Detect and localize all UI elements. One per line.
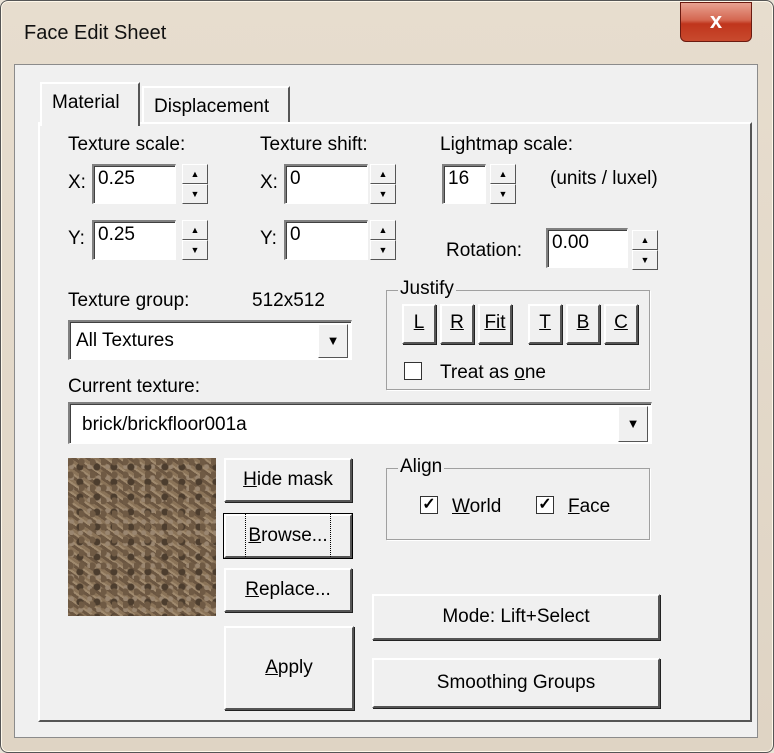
browse-button[interactable]: Browse... bbox=[223, 513, 353, 559]
tab-material[interactable]: Material bbox=[40, 82, 140, 126]
rotation-spinner[interactable]: ▲ ▼ bbox=[632, 230, 658, 270]
lightmap-scale-spinner[interactable]: ▲ ▼ bbox=[490, 164, 516, 204]
spin-down-icon[interactable]: ▼ bbox=[370, 184, 396, 204]
justify-bottom-label: B bbox=[576, 312, 590, 333]
justify-fit-label: Fit bbox=[484, 312, 506, 333]
texture-scale-y-input[interactable]: 0.25 bbox=[92, 220, 176, 260]
button-label: ide mask bbox=[256, 469, 333, 490]
texture-shift-x-label: X: bbox=[260, 172, 278, 193]
texture-group-value: All Textures bbox=[76, 330, 174, 351]
justify-fit-button[interactable]: Fit bbox=[478, 304, 512, 344]
texture-shift-x-input[interactable]: 0 bbox=[284, 164, 368, 204]
rotation-input[interactable]: 0.00 bbox=[546, 228, 628, 268]
title-bar[interactable]: Face Edit Sheet x bbox=[0, 0, 774, 64]
lightmap-units-label: (units / luxel) bbox=[550, 168, 658, 189]
button-accel: R bbox=[245, 579, 259, 600]
chevron-down-icon[interactable]: ▼ bbox=[318, 324, 348, 358]
label-accel: o bbox=[514, 362, 525, 383]
justify-group-title: Justify bbox=[398, 278, 456, 300]
align-face-checkbox[interactable]: ✓ bbox=[536, 496, 554, 514]
justify-right-label: R bbox=[450, 312, 464, 333]
align-world-label: World bbox=[452, 496, 501, 518]
hide-mask-button[interactable]: Hide mask bbox=[224, 458, 352, 502]
window-title: Face Edit Sheet bbox=[24, 22, 167, 44]
spin-down-icon[interactable]: ▼ bbox=[182, 240, 208, 260]
justify-center-label: C bbox=[614, 312, 628, 333]
align-world-checkbox[interactable]: ✓ bbox=[420, 496, 438, 514]
label-accel: W bbox=[452, 496, 470, 517]
texture-scale-x-spinner[interactable]: ▲ ▼ bbox=[182, 164, 208, 204]
mode-button[interactable]: Mode: Lift+Select bbox=[372, 594, 660, 640]
button-accel: B bbox=[248, 525, 262, 546]
spin-up-icon[interactable]: ▲ bbox=[490, 164, 516, 184]
button-label: rowse... bbox=[261, 525, 328, 546]
lightmap-scale-label: Lightmap scale: bbox=[440, 134, 574, 155]
texture-shift-y-input[interactable]: 0 bbox=[284, 220, 368, 260]
smoothing-groups-button[interactable]: Smoothing Groups bbox=[372, 658, 660, 708]
texture-shift-y-spinner[interactable]: ▲ ▼ bbox=[370, 220, 396, 260]
lightmap-scale-input[interactable]: 16 bbox=[442, 164, 486, 204]
label-text: ace bbox=[579, 496, 611, 517]
label-text: orld bbox=[469, 496, 502, 517]
justify-left-button[interactable]: L bbox=[402, 304, 436, 344]
texture-scale-y-label: Y: bbox=[68, 228, 85, 249]
spin-down-icon[interactable]: ▼ bbox=[632, 250, 658, 270]
align-face-label: Face bbox=[568, 496, 610, 518]
tab-label: Material bbox=[52, 92, 120, 113]
justify-right-button[interactable]: R bbox=[440, 304, 474, 344]
texture-scale-x-input[interactable]: 0.25 bbox=[92, 164, 176, 204]
justify-center-button[interactable]: C bbox=[604, 304, 638, 344]
spin-down-icon[interactable]: ▼ bbox=[490, 184, 516, 204]
texture-shift-x-spinner[interactable]: ▲ ▼ bbox=[370, 164, 396, 204]
treat-as-one-checkbox[interactable] bbox=[404, 362, 422, 380]
spin-up-icon[interactable]: ▲ bbox=[182, 220, 208, 240]
label-accel: F bbox=[568, 496, 580, 517]
align-group-title: Align bbox=[398, 456, 445, 478]
texture-scale-y-spinner[interactable]: ▲ ▼ bbox=[182, 220, 208, 260]
treat-as-one-label: Treat as one bbox=[440, 362, 546, 384]
justify-bottom-button[interactable]: B bbox=[566, 304, 600, 344]
spin-up-icon[interactable]: ▲ bbox=[370, 164, 396, 184]
label-text: Treat as bbox=[440, 362, 515, 383]
spin-down-icon[interactable]: ▼ bbox=[182, 184, 208, 204]
spin-up-icon[interactable]: ▲ bbox=[632, 230, 658, 250]
justify-top-label: T bbox=[539, 312, 551, 333]
button-accel: A bbox=[265, 657, 278, 678]
texture-group-select[interactable]: All Textures ▼ bbox=[68, 320, 352, 360]
apply-button[interactable]: Apply bbox=[224, 626, 354, 710]
tab-displacement[interactable]: Displacement bbox=[142, 86, 290, 126]
button-label: pply bbox=[277, 657, 313, 678]
justify-left-label: L bbox=[413, 312, 425, 333]
current-texture-value: brick/brickfloor001a bbox=[82, 414, 247, 435]
texture-group-label: Texture group: bbox=[68, 290, 190, 311]
spin-up-icon[interactable]: ▲ bbox=[182, 164, 208, 184]
button-label: eplace... bbox=[258, 579, 331, 600]
current-texture-select[interactable]: brick/brickfloor001a ▼ bbox=[68, 402, 652, 444]
spin-up-icon[interactable]: ▲ bbox=[370, 220, 396, 240]
tab-label: Displacement bbox=[154, 96, 270, 117]
texture-scale-x-label: X: bbox=[68, 172, 86, 193]
texture-shift-label: Texture shift: bbox=[260, 134, 368, 155]
spin-down-icon[interactable]: ▼ bbox=[370, 240, 396, 260]
chevron-down-icon[interactable]: ▼ bbox=[618, 406, 648, 442]
texture-shift-y-label: Y: bbox=[260, 228, 277, 249]
button-accel: H bbox=[243, 469, 257, 490]
texture-scale-label: Texture scale: bbox=[68, 134, 186, 155]
label-text: ne bbox=[524, 362, 546, 383]
texture-preview-image bbox=[68, 458, 216, 616]
current-texture-label: Current texture: bbox=[68, 376, 200, 397]
justify-top-button[interactable]: T bbox=[528, 304, 562, 344]
replace-button[interactable]: Replace... bbox=[224, 568, 352, 612]
close-button[interactable]: x bbox=[680, 2, 752, 42]
rotation-label: Rotation: bbox=[446, 240, 523, 261]
texture-group-size: 512x512 bbox=[252, 290, 325, 311]
close-icon: x bbox=[709, 8, 723, 33]
